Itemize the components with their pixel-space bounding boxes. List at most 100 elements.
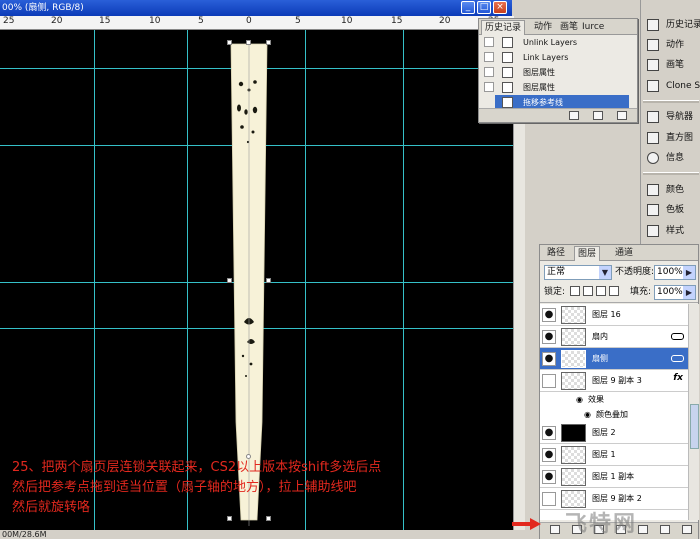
dock-separator (643, 100, 699, 103)
eye-icon[interactable]: ● (542, 330, 556, 344)
snapshot-checkbox[interactable] (484, 37, 494, 47)
info-icon (647, 152, 659, 164)
close-button[interactable]: × (493, 1, 507, 14)
instruction-line: 然后把参考点拖到适当位置（扇子轴的地方），拉上辅助线吧 (12, 480, 357, 495)
eye-icon[interactable]: ● (542, 470, 556, 484)
swatches-icon (647, 204, 659, 216)
eye-icon[interactable]: ● (542, 448, 556, 462)
blend-row: 正常 ▼ 不透明度: 100% ▶ (540, 263, 698, 283)
minimize-button[interactable]: _ (461, 1, 475, 14)
eye-icon[interactable]: ● (542, 426, 556, 440)
tutorial-instruction: 25、把两个扇页层连锁关联起来，CS2以上版本按shift多选后点 然后把参考点… (12, 458, 514, 518)
snapshot-checkbox[interactable] (484, 67, 494, 77)
photoshop-workspace: 00% (扇侧, RGB/8) _ □ × 25 20 15 10 5 0 5 … (0, 0, 700, 539)
effects-row[interactable]: ◉ 效果 (540, 392, 688, 407)
transform-handle[interactable] (227, 40, 232, 45)
effect-item[interactable]: ◉ 颜色叠加 (540, 407, 688, 422)
history-item[interactable]: Unlink Layers (479, 35, 629, 50)
layer-row-selected[interactable]: ● 扇侧 (540, 348, 688, 370)
dock-item-actions[interactable]: 动作 (641, 35, 700, 55)
history-panel[interactable]: 历史记录 动作 画笔 Iurce Unlink Layers Link Laye… (478, 18, 638, 123)
tab-history[interactable]: 历史记录 (481, 20, 526, 35)
dock-item-histogram[interactable]: 直方图 (641, 128, 700, 148)
transform-handle[interactable] (227, 278, 232, 283)
layer-row[interactable]: ● 图层 1 副本 (540, 466, 688, 488)
ruler-label: 0 (246, 16, 252, 26)
dock-item-clone-source[interactable]: Clone Sou (641, 76, 700, 96)
color-icon (647, 184, 659, 196)
transform-handle[interactable] (266, 40, 271, 45)
dock-item-color[interactable]: 颜色 (641, 180, 700, 200)
trash-icon[interactable] (682, 525, 692, 534)
transform-handle[interactable] (266, 278, 271, 283)
lock-all-icon[interactable] (609, 286, 619, 296)
dock-item-brushes[interactable]: 画笔 (641, 55, 700, 75)
eye-icon[interactable]: ● (542, 308, 556, 322)
eye-icon[interactable]: ● (542, 352, 556, 366)
effect-eye-icon[interactable]: ◉ (584, 407, 591, 422)
layers-scrollbar[interactable] (688, 304, 699, 520)
link-icon (671, 333, 684, 340)
ruler-label: 5 (295, 16, 301, 26)
dock-item-navigator[interactable]: 导航器 (641, 107, 700, 127)
new-layer-icon[interactable] (660, 525, 670, 534)
status-bar: 00M/28.6M (0, 530, 525, 539)
link-layers-icon[interactable] (550, 525, 560, 534)
lock-transparency-icon[interactable] (570, 286, 580, 296)
tab-actions[interactable]: 动作 (531, 20, 555, 35)
lock-move-icon[interactable] (596, 286, 606, 296)
history-item[interactable]: 图层属性 (479, 80, 629, 95)
tab-layers[interactable]: 图层 (574, 246, 601, 261)
lock-label: 锁定: (544, 287, 566, 297)
tab-clone-source[interactable]: Iurce (579, 20, 607, 35)
layer-row[interactable]: ● 扇内 (540, 326, 688, 348)
effects-eye-icon[interactable]: ◉ (576, 392, 583, 407)
snapshot-checkbox[interactable] (484, 82, 494, 92)
layer-row[interactable]: ● 图层 16 (540, 304, 688, 326)
tab-brushes[interactable]: 画笔 (557, 20, 581, 35)
fx-icon[interactable]: fx (673, 373, 683, 383)
new-document-icon[interactable] (569, 111, 579, 120)
lock-brush-icon[interactable] (583, 286, 593, 296)
navigator-icon (647, 111, 659, 123)
transform-handle[interactable] (246, 40, 251, 45)
new-group-icon[interactable] (638, 525, 648, 534)
eye-hidden-icon[interactable] (542, 492, 556, 506)
layer-row[interactable]: ● 图层 2 (540, 422, 688, 444)
maximize-button[interactable]: □ (477, 1, 491, 14)
blend-mode-select[interactable]: 正常 ▼ (544, 265, 612, 280)
history-item[interactable]: 图层属性 (479, 65, 629, 80)
dock-item-swatches[interactable]: 色板 (641, 200, 700, 220)
layer-row[interactable]: 图层 9 副本 3 fx (540, 370, 688, 392)
tab-channels[interactable]: 通道 (612, 246, 636, 261)
instruction-line: 25、把两个扇页层连锁关联起来，CS2以上版本按shift多选后点 (12, 460, 382, 475)
dock-item-info[interactable]: 信息 (641, 148, 700, 168)
history-item-label: 图层属性 (523, 83, 555, 92)
ruler-label: 10 (149, 16, 161, 26)
dock-item-styles[interactable]: 样式 (641, 221, 700, 241)
horizontal-ruler[interactable]: 25 20 15 10 5 0 5 10 15 20 25 (0, 16, 514, 30)
document-title-bar[interactable]: 00% (扇侧, RGB/8) _ □ × (0, 0, 512, 16)
layer-thumbnail (561, 424, 586, 442)
tab-paths[interactable]: 路径 (544, 246, 568, 261)
history-footer (479, 108, 637, 122)
fill-field[interactable]: 100% ▶ (654, 285, 696, 300)
ruler-label: 10 (341, 16, 353, 26)
trash-icon[interactable] (617, 111, 627, 120)
eye-hidden-icon[interactable] (542, 374, 556, 388)
history-item[interactable]: Link Layers (479, 50, 629, 65)
layer-row[interactable]: ● 图层 1 (540, 444, 688, 466)
snapshot-checkbox[interactable] (484, 52, 494, 62)
opacity-field[interactable]: 100% ▶ (654, 265, 696, 280)
snapshot-camera-icon[interactable] (593, 111, 603, 120)
history-step-icon (502, 52, 513, 63)
scroll-thumb[interactable] (690, 404, 699, 449)
layers-panel[interactable]: 路径 图层 通道 正常 ▼ 不透明度: 100% ▶ 锁定: 填充: 100% ▶ ●… (539, 244, 699, 539)
dock-item-history[interactable]: 历史记录 (641, 15, 700, 35)
ruler-label: 15 (391, 16, 403, 26)
layer-list[interactable]: ● 图层 16 ● 扇内 ● 扇侧 图层 9 副本 3 fx ◉ 效果 ◉ 颜色叠加 ● 图层… (540, 304, 688, 520)
document-canvas[interactable]: 25、把两个扇页层连锁关联起来，CS2以上版本按shift多选后点 然后把参考点… (0, 30, 514, 536)
history-step-icon (502, 37, 513, 48)
layers-tab-bar: 路径 图层 通道 (540, 245, 698, 261)
lock-row: 锁定: 填充: 100% ▶ (540, 283, 698, 303)
